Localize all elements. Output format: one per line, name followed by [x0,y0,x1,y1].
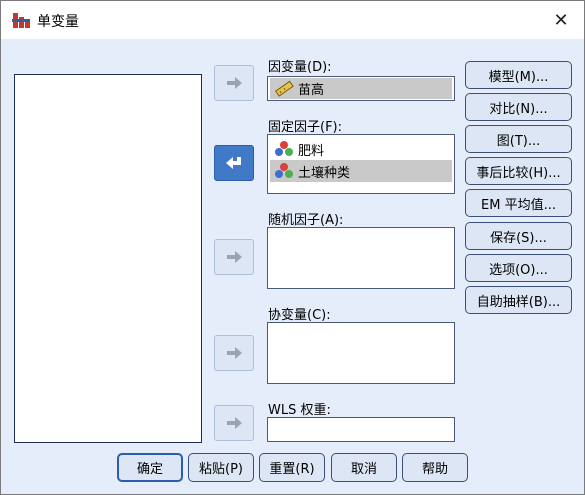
help-button[interactable]: 帮助 [402,453,468,482]
move-to-random-button[interactable] [214,239,254,275]
fixed-factor-field[interactable]: 肥料 土壤种类 [267,134,455,194]
move-to-wls-button[interactable] [214,405,254,441]
arrow-left-icon [226,157,241,169]
bootstrap-button[interactable]: 自助抽样(B)... [465,286,572,314]
move-to-covariate-button[interactable] [214,335,254,371]
arrow-right-icon [227,347,242,359]
fixed-factor-label: 固定因子(F): [268,120,343,135]
em-means-button[interactable]: EM 平均值... [465,189,572,217]
source-variable-list[interactable] [14,74,202,443]
app-icon [12,13,30,28]
fixed-factor-item[interactable]: 土壤种类 [270,160,452,182]
paste-button[interactable]: 粘贴(P) [188,453,254,482]
covariate-label: 协变量(C): [268,308,331,323]
contrasts-button[interactable]: 对比(N)... [465,93,572,121]
close-icon: ✕ [553,9,569,31]
dependent-field[interactable]: 苗高 [267,76,455,101]
fixed-factor-item[interactable]: 肥料 [270,138,452,160]
title-bar: 单变量 ✕ [1,1,584,39]
reset-button[interactable]: 重置(R) [259,453,325,482]
covariate-field[interactable] [267,322,455,384]
dependent-item-label: 苗高 [298,83,325,98]
random-factor-field[interactable] [267,227,455,289]
model-button[interactable]: 模型(M)... [465,61,572,89]
dependent-label: 因变量(D): [268,60,332,75]
nominal-icon [275,163,293,178]
plots-button[interactable]: 图(T)... [465,125,572,153]
fixed-factor-item-label: 土壤种类 [298,165,351,181]
save-button[interactable]: 保存(S)... [465,222,572,250]
ok-button[interactable]: 确定 [117,453,183,482]
wls-weight-field[interactable] [267,417,455,442]
random-factor-label: 随机因子(A): [268,213,344,228]
fixed-factor-item-label: 肥料 [298,143,325,159]
univariate-dialog: 单变量 ✕ 因变量(D): 苗高 固定因子(F): 肥料 土壤种类 随机因子(A… [0,0,585,495]
ruler-icon [275,80,294,97]
window-title: 单变量 [37,14,79,30]
move-to-dependent-button[interactable] [214,65,254,101]
nominal-icon [275,141,293,156]
post-hoc-button[interactable]: 事后比较(H)... [465,157,572,185]
arrow-right-icon [227,77,242,89]
dependent-item[interactable]: 苗高 [270,78,452,99]
close-button[interactable]: ✕ [538,1,584,39]
move-from-fixed-button[interactable] [214,145,254,181]
wls-weight-label: WLS 权重: [268,403,331,418]
options-button[interactable]: 选项(O)... [465,254,572,282]
arrow-right-icon [227,251,242,263]
arrow-right-icon [227,417,242,429]
cancel-button[interactable]: 取消 [331,453,397,482]
